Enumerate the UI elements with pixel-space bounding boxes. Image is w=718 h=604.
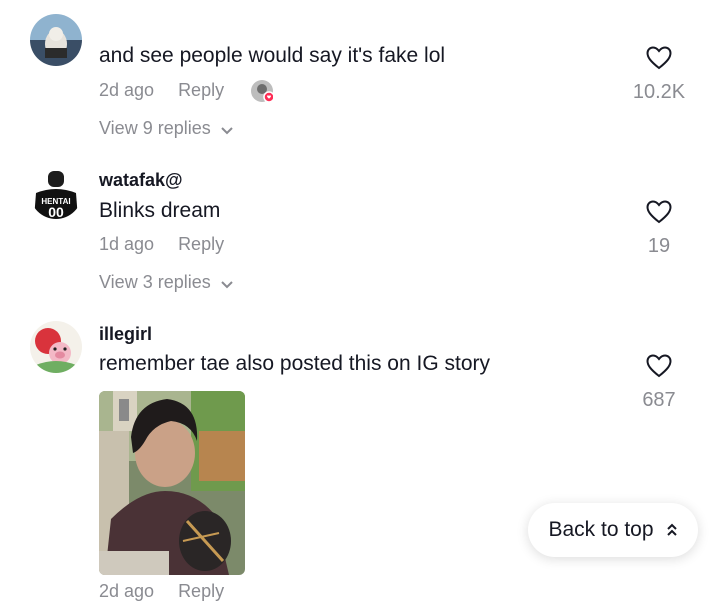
comment-meta: 2d ago Reply [99,80,275,103]
heart-outline-icon[interactable] [619,46,699,75]
heart-outline-icon[interactable] [619,354,699,383]
comment-time: 2d ago [99,581,155,601]
svg-text:00: 00 [48,204,64,219]
comment-meta: 1d ago Reply [99,234,224,255]
comment-text: remember tae also posted this on IG stor… [99,352,491,375]
creator-liked-avatar [251,80,275,103]
comment-time: 2d ago [99,80,155,100]
commenter-avatar[interactable] [30,14,82,66]
like-count: 10.2K [632,81,686,103]
view-replies-label: View 3 replies [99,272,211,292]
comment-meta: 2d ago Reply [99,581,224,602]
view-replies-button[interactable]: View 3 replies [99,272,233,294]
heart-outline-icon[interactable] [619,200,699,229]
reply-button[interactable]: Reply [178,80,224,100]
comment-text: Blinks dream [99,199,221,222]
back-to-top-button[interactable]: Back to top [528,503,698,557]
like-area: 687 [619,354,699,412]
comment-image[interactable] [99,391,245,575]
commenter-avatar[interactable]: HENTAI 00 [30,167,82,219]
like-count: 19 [647,235,671,257]
like-area: 10.2K [619,46,699,104]
view-replies-label: View 9 replies [99,118,211,138]
reply-button[interactable]: Reply [178,234,224,254]
commenter-avatar[interactable] [30,321,82,373]
view-replies-button[interactable]: View 9 replies [99,118,233,140]
reply-button[interactable]: Reply [178,581,224,601]
chevron-down-icon [221,273,233,294]
comment-time: 1d ago [99,234,155,254]
back-to-top-label: Back to top [548,518,654,541]
comment-username[interactable]: watafak@ [99,170,183,191]
comment-text: and see people would say it's fake lol [99,44,446,67]
comment-username[interactable]: illegirl [99,324,152,345]
like-count: 687 [642,389,676,411]
double-chevron-up-icon [666,523,678,537]
chevron-down-icon [221,119,233,140]
like-area: 19 [619,200,699,258]
